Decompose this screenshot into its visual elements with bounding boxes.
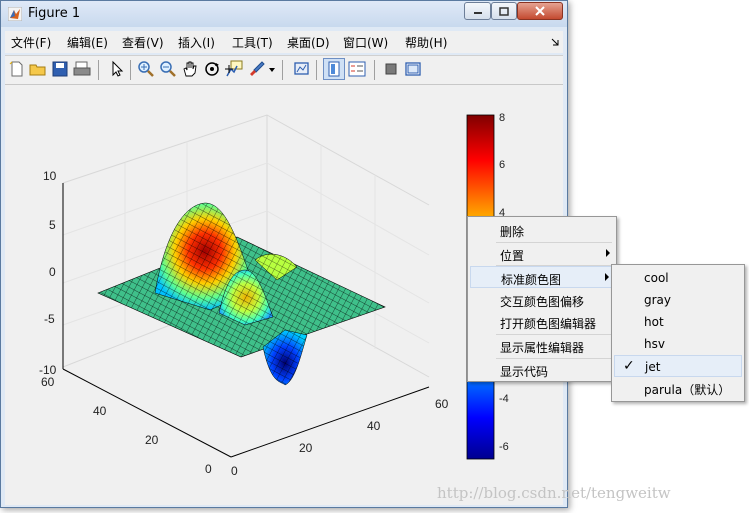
window-title: Figure 1	[28, 6, 81, 21]
submenu-arrow-icon	[605, 273, 609, 281]
checkmark-icon: ✓	[623, 358, 635, 374]
colormap-submenu: cool gray hot hsv ✓ jet parula（默认）	[611, 264, 745, 402]
colormap-item-gray[interactable]: gray	[614, 289, 742, 311]
print-icon[interactable]	[73, 60, 91, 78]
figure-toolbar	[5, 55, 563, 84]
brush-icon[interactable]	[248, 60, 266, 78]
y-tick-40: 40	[93, 404, 107, 418]
maximize-button[interactable]	[491, 2, 517, 20]
y-tick-0: 0	[205, 462, 212, 476]
menu-item-open-colormap-editor[interactable]: 打开颜色图编辑器	[470, 311, 614, 333]
menu-file[interactable]: 文件(F)	[11, 34, 51, 51]
matlab-logo-icon	[8, 7, 22, 21]
pointer-icon[interactable]	[108, 60, 126, 78]
x-tick-40: 40	[367, 419, 381, 433]
link-plot-icon[interactable]	[293, 60, 311, 78]
menu-view[interactable]: 查看(V)	[122, 34, 164, 51]
pan-hand-icon[interactable]	[181, 60, 199, 78]
menu-item-property-editor[interactable]: 显示属性编辑器	[470, 335, 614, 357]
minimize-icon	[465, 3, 490, 19]
z-tick-10: 10	[43, 169, 57, 183]
colorbar-button[interactable]	[323, 58, 345, 80]
menu-desktop[interactable]: 桌面(D)	[287, 34, 330, 51]
toolbar-separator	[98, 60, 99, 80]
y-tick-20: 20	[145, 433, 159, 447]
brush-dropdown-arrow-icon[interactable]	[269, 68, 275, 72]
toolbar-separator	[374, 60, 375, 80]
maximize-icon	[492, 3, 516, 19]
colormap-item-hsv[interactable]: hsv	[614, 333, 742, 355]
menu-item-interactive-colormap-shift[interactable]: 交互颜色图偏移	[470, 289, 614, 311]
menu-tools[interactable]: 工具(T)	[232, 34, 273, 51]
x-tick-0: 0	[231, 464, 238, 478]
close-icon	[518, 3, 562, 19]
open-file-icon[interactable]	[29, 60, 47, 78]
menu-item-delete[interactable]: 删除	[470, 219, 614, 241]
z-tick-5: 5	[49, 218, 56, 232]
z-tick-neg5: -5	[44, 312, 55, 326]
menu-bar: 文件(F) 编辑(E) 查看(V) 插入(I) 工具(T) 桌面(D) 窗口(W…	[5, 31, 563, 53]
title-bar[interactable]: Figure 1	[1, 1, 567, 27]
colormap-item-hot[interactable]: hot	[614, 311, 742, 333]
colormap-item-cool[interactable]: cool	[614, 267, 742, 289]
x-tick-60: 60	[435, 397, 449, 411]
colorbar-icon	[328, 61, 340, 77]
watermark: http://blog.csdn.net/tengweitw	[437, 484, 671, 502]
submenu-arrow-icon	[606, 249, 610, 257]
menu-help[interactable]: 帮助(H)	[405, 34, 447, 51]
new-figure-icon[interactable]	[8, 60, 26, 78]
show-plot-tools-icon[interactable]	[404, 60, 422, 78]
menu-item-standard-colormap[interactable]: 标准颜色图	[470, 266, 614, 288]
colorbar-tick-6: 6	[499, 159, 505, 171]
toolbar-separator	[282, 60, 283, 80]
menu-window[interactable]: 窗口(W)	[343, 34, 388, 51]
colorbar-context-menu: 删除 位置 标准颜色图 交互颜色图偏移 打开颜色图编辑器 显示属性编辑器 显示代…	[467, 216, 617, 382]
colormap-item-parula[interactable]: parula（默认）	[614, 377, 742, 399]
data-cursor-icon[interactable]	[225, 60, 243, 78]
menu-item-show-code[interactable]: 显示代码	[470, 359, 614, 381]
colormap-item-jet[interactable]: ✓ jet	[614, 355, 742, 377]
menu-insert[interactable]: 插入(I)	[178, 34, 215, 51]
hide-plot-tools-icon[interactable]	[382, 60, 400, 78]
menu-item-location[interactable]: 位置	[470, 243, 614, 265]
zoom-in-icon[interactable]	[137, 60, 155, 78]
save-icon[interactable]	[51, 60, 69, 78]
colorbar-tick-neg4: -4	[499, 393, 509, 405]
zoom-out-icon[interactable]	[159, 60, 177, 78]
menu-edit[interactable]: 编辑(E)	[67, 34, 108, 51]
colorbar-tick-neg6: -6	[499, 441, 509, 453]
close-button[interactable]	[517, 2, 563, 20]
surface-mesh	[97, 202, 386, 386]
x-tick-20: 20	[299, 441, 313, 455]
z-tick-0: 0	[49, 265, 56, 279]
colorbar-tick-8: 8	[499, 112, 505, 124]
dock-arrow-icon[interactable]	[551, 38, 559, 46]
rotate-3d-icon[interactable]	[203, 60, 221, 78]
legend-icon[interactable]	[348, 60, 366, 78]
minimize-button[interactable]	[464, 2, 491, 20]
toolbar-separator	[130, 60, 131, 80]
toolbar-separator	[316, 60, 317, 80]
y-tick-60: 60	[41, 375, 55, 389]
